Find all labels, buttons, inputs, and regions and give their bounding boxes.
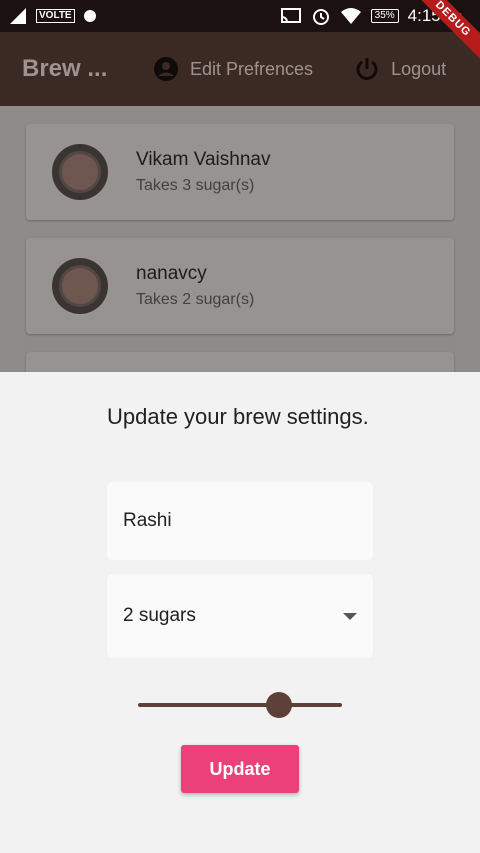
update-button[interactable]: Update	[181, 745, 299, 793]
battery-indicator: 35%	[370, 9, 399, 23]
app-bar: Brew ... Edit Prefrences Logout	[0, 32, 480, 106]
app-title: Brew ...	[22, 55, 108, 82]
name-field[interactable]	[107, 482, 373, 560]
person-icon	[154, 57, 178, 81]
cast-icon	[280, 8, 301, 23]
logout-button[interactable]: Logout	[353, 55, 446, 83]
name-input[interactable]	[123, 510, 343, 532]
edit-preferences-button[interactable]: Edit Prefrences	[152, 55, 313, 83]
brew-sugars: Takes 3 sugar(s)	[136, 177, 255, 194]
brew-list: Vikam Vaishnav Takes 3 sugar(s) nanavcy …	[0, 106, 480, 392]
alarm-icon	[312, 9, 329, 25]
settings-bottom-sheet: Update your brew settings. 2 sugars Upda…	[0, 372, 480, 853]
edit-preferences-label: Edit Prefrences	[190, 58, 314, 79]
coffee-avatar	[52, 258, 108, 314]
slider-thumb[interactable]	[266, 692, 293, 718]
logout-label: Logout	[391, 58, 447, 79]
sheet-title: Update your brew settings.	[107, 404, 369, 429]
coffee-avatar	[52, 144, 108, 200]
brew-name: Vikam Vaishnav	[136, 149, 271, 170]
brew-card[interactable]: Vikam Vaishnav Takes 3 sugar(s)	[26, 124, 454, 220]
brew-name: nanavcy	[136, 263, 207, 284]
sugar-selected-value: 2 sugars	[123, 605, 196, 626]
status-bar: VOLTE 35% 4:15 PM DEBUG	[0, 0, 480, 65]
signal-icon	[10, 8, 26, 24]
brew-card[interactable]: nanavcy Takes 2 sugar(s)	[26, 238, 454, 334]
sugar-dropdown[interactable]: 2 sugars	[107, 574, 373, 658]
wifi-icon	[340, 8, 361, 24]
notification-dot-icon	[83, 10, 96, 22]
slider-track[interactable]	[138, 703, 342, 707]
power-icon	[356, 58, 378, 80]
strength-slider[interactable]	[138, 690, 342, 720]
brew-sugars: Takes 2 sugar(s)	[136, 291, 255, 308]
volte-badge: VOLTE	[36, 9, 75, 23]
dropdown-arrow-icon	[343, 612, 357, 620]
